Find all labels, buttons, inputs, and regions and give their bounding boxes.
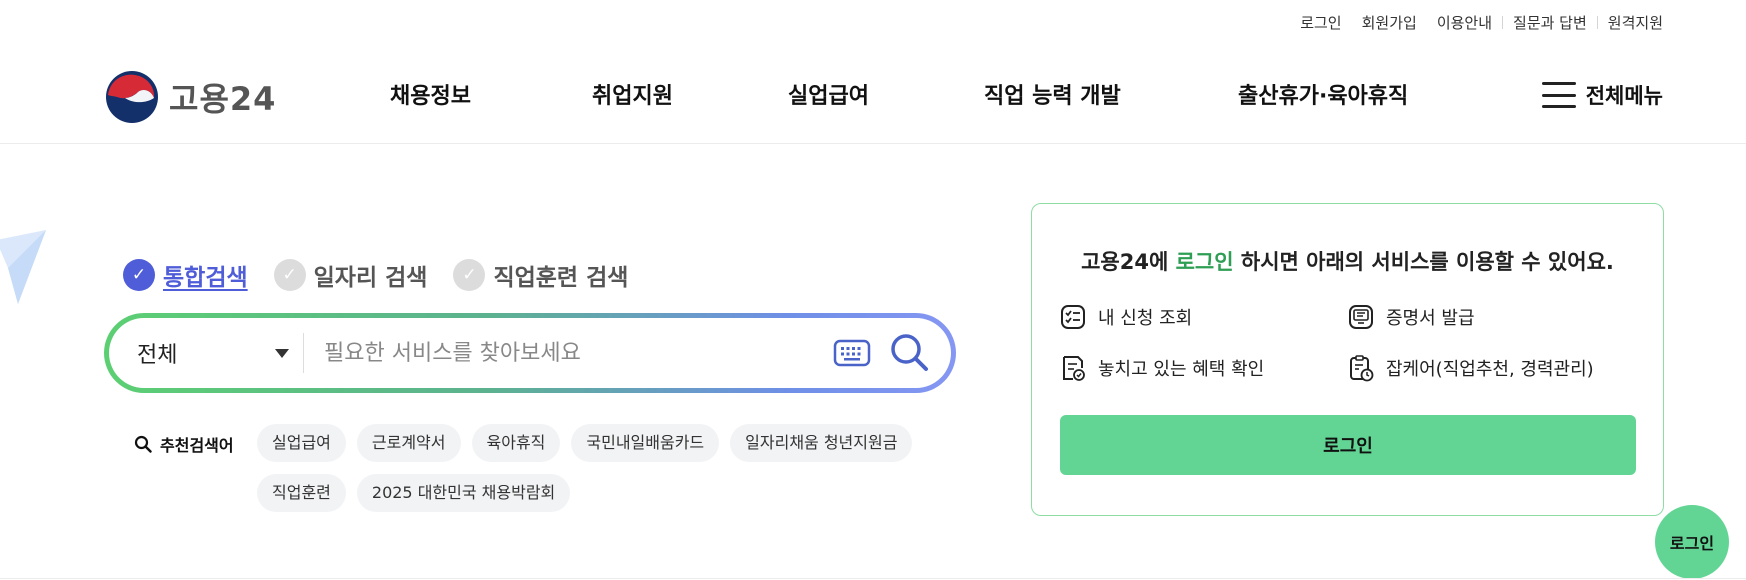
site-logo[interactable]: 고용24 bbox=[105, 70, 276, 124]
utility-qna-link[interactable]: 질문과 답변 bbox=[1513, 12, 1587, 33]
site-header: 로그인 회원가입 이용안내 질문과 답변 원격지원 고용24 채용정보 취업지원… bbox=[0, 0, 1746, 144]
all-menu-button[interactable]: 전체메뉴 bbox=[1541, 80, 1663, 110]
check-circle-icon: ✓ bbox=[123, 259, 155, 291]
utility-guide-link[interactable]: 이용안내 bbox=[1437, 12, 1492, 33]
nav-job-info[interactable]: 채용정보 bbox=[390, 78, 471, 110]
keyword-chip[interactable]: 일자리채움 청년지원금 bbox=[730, 424, 913, 462]
login-card: 고용24에 로그인 하시면 아래의 서비스를 이용할 수 있어요. 내 신청 조… bbox=[1031, 203, 1664, 516]
utility-login-link[interactable]: 로그인 bbox=[1300, 12, 1341, 33]
checklist-icon bbox=[1061, 305, 1085, 329]
divider bbox=[1596, 16, 1598, 29]
government-taegeuk-logo-icon bbox=[106, 71, 158, 123]
keyword-chip[interactable]: 실업급여 bbox=[257, 424, 346, 462]
utility-remote-link[interactable]: 원격지원 bbox=[1608, 12, 1663, 33]
virtual-keyboard-icon[interactable] bbox=[833, 338, 871, 368]
service-certificate: 증명서 발급 bbox=[1348, 304, 1475, 330]
divider bbox=[1502, 16, 1504, 29]
login-card-title: 고용24에 로그인 하시면 아래의 서비스를 이용할 수 있어요. bbox=[1081, 250, 1614, 274]
tab-label: 직업훈련 검색 bbox=[493, 265, 629, 291]
divider bbox=[0, 578, 1746, 579]
caret-down-icon bbox=[275, 348, 289, 358]
utility-nav: 로그인 회원가입 이용안내 질문과 답변 원격지원 bbox=[1300, 12, 1663, 33]
service-label: 내 신청 조회 bbox=[1098, 308, 1193, 329]
nav-vocational-training[interactable]: 직업 능력 개발 bbox=[984, 78, 1121, 110]
search-scope-value: 전체 bbox=[137, 343, 178, 368]
check-circle-icon: ✓ bbox=[273, 259, 306, 291]
keyword-chip[interactable]: 육아휴직 bbox=[471, 424, 561, 462]
tab-training-search[interactable]: ✓ 직업훈련 검색 bbox=[453, 258, 628, 292]
service-label: 증명서 발급 bbox=[1386, 308, 1475, 329]
search-input[interactable] bbox=[324, 340, 774, 366]
benefit-check-icon bbox=[1063, 356, 1085, 381]
tab-label: 통합검색 bbox=[163, 265, 248, 291]
service-my-application: 내 신청 조회 bbox=[1060, 304, 1192, 330]
nav-employment-support[interactable]: 취업지원 bbox=[592, 78, 673, 110]
keyword-chip[interactable]: 직업훈련 bbox=[257, 474, 346, 512]
keyword-chip[interactable]: 근로계약서 bbox=[356, 424, 461, 462]
check-circle-icon: ✓ bbox=[453, 259, 486, 291]
keyword-chip[interactable]: 2025 대한민국 채용박람회 bbox=[356, 474, 571, 512]
keyword-chip[interactable]: 국민내일배움카드 bbox=[571, 424, 720, 462]
service-label: 놓치고 있는 혜택 확인 bbox=[1098, 359, 1265, 380]
tab-integrated-search[interactable]: ✓ 통합검색 bbox=[123, 258, 248, 292]
tab-job-search[interactable]: ✓ 일자리 검색 bbox=[273, 258, 428, 292]
floating-login-button[interactable]: 로그인 bbox=[1655, 505, 1729, 579]
recommended-label: 추천검색어 bbox=[134, 432, 234, 456]
utility-signup-link[interactable]: 회원가입 bbox=[1362, 12, 1417, 33]
hamburger-menu-icon bbox=[1541, 82, 1576, 108]
search-icon bbox=[134, 435, 152, 453]
search-scope-select[interactable]: 전체 bbox=[109, 333, 304, 373]
tab-label: 일자리 검색 bbox=[313, 265, 428, 291]
paper-plane-icon bbox=[0, 230, 46, 304]
keyword-chip-list: 실업급여 근로계약서 육아휴직 국민내일배움카드 일자리채움 청년지원금 직업훈… bbox=[257, 424, 957, 524]
service-jobcare: 잡케어(직업추천, 경력관리) bbox=[1348, 354, 1594, 382]
certificate-icon bbox=[1349, 305, 1373, 329]
search-box: 전체 bbox=[104, 313, 956, 393]
service-benefit-check: 놓치고 있는 혜택 확인 bbox=[1060, 354, 1264, 382]
nav-maternity-parental-leave[interactable]: 출산휴가·육아휴직 bbox=[1238, 78, 1408, 110]
recommended-label-text: 추천검색어 bbox=[160, 436, 234, 455]
all-menu-label: 전체메뉴 bbox=[1585, 84, 1663, 108]
service-label: 잡케어(직업추천, 경력관리) bbox=[1386, 359, 1594, 380]
logo-text: 고용24 bbox=[169, 80, 277, 118]
clipboard-clock-icon bbox=[1350, 355, 1374, 382]
search-tabs: ✓ 통합검색 ✓ 일자리 검색 ✓ 직업훈련 검색 bbox=[123, 258, 654, 292]
login-button[interactable]: 로그인 bbox=[1060, 415, 1636, 475]
search-icon[interactable] bbox=[889, 332, 929, 372]
nav-unemployment-benefit[interactable]: 실업급여 bbox=[788, 78, 869, 110]
